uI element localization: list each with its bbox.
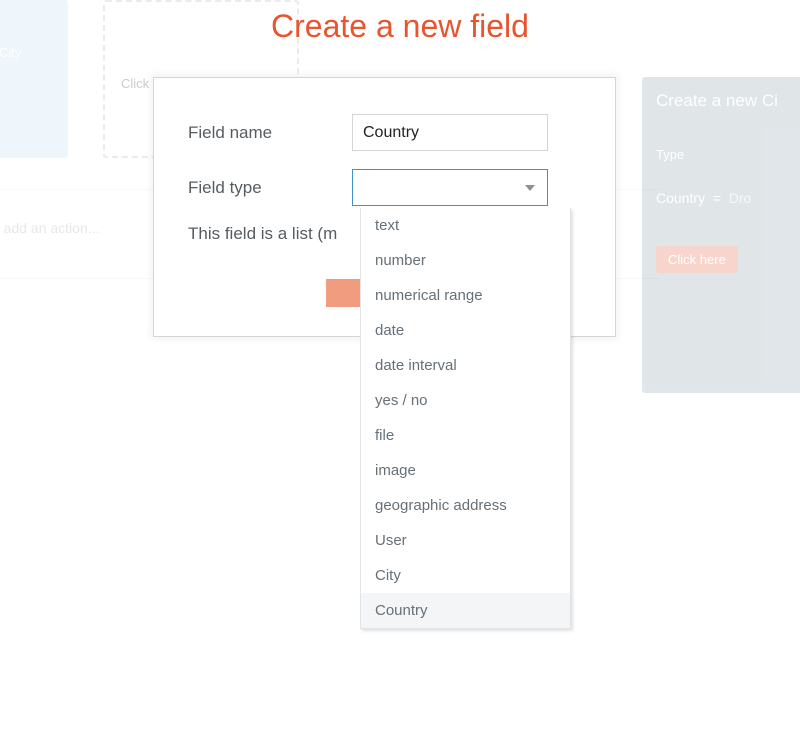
is-list-label: This field is a list (m: [188, 224, 337, 244]
bg-right-click-here: Click here: [656, 246, 738, 273]
dropdown-item[interactable]: numerical range: [361, 278, 570, 313]
dropdown-item[interactable]: geographic address: [361, 488, 570, 523]
bg-right-panel: Create a new Ci Type Country = Dro Click…: [642, 77, 800, 393]
dropdown-item[interactable]: text: [361, 208, 570, 243]
field-type-label: Field type: [188, 178, 352, 198]
bg-city-text: is City: [0, 45, 21, 60]
bg-right-country-val: Dro: [729, 190, 752, 206]
chevron-down-icon: [525, 185, 535, 191]
field-name-label: Field name: [188, 123, 352, 143]
dropdown-item[interactable]: number: [361, 243, 570, 278]
bg-right-title: Create a new Ci: [656, 91, 798, 111]
dropdown-item[interactable]: date: [361, 313, 570, 348]
dropdown-item[interactable]: City: [361, 558, 570, 593]
dropdown-item[interactable]: User: [361, 523, 570, 558]
field-type-dropdown[interactable]: textnumbernumerical rangedatedate interv…: [360, 208, 571, 629]
dropdown-item[interactable]: file: [361, 418, 570, 453]
create-button[interactable]: [326, 279, 360, 307]
bg-right-type-label: Type: [656, 147, 798, 162]
bg-action-strip-text: o add an action...: [0, 220, 99, 236]
field-type-select[interactable]: [352, 169, 548, 206]
bg-right-country-row: Country = Dro: [656, 190, 798, 206]
dropdown-item[interactable]: yes / no: [361, 383, 570, 418]
page-title: Create a new field: [0, 8, 800, 45]
dropdown-item[interactable]: date interval: [361, 348, 570, 383]
bg-right-country-eq: =: [713, 190, 721, 206]
dropdown-item[interactable]: Country: [361, 593, 570, 628]
field-name-input[interactable]: [352, 114, 548, 151]
bg-right-country-label: Country: [656, 190, 705, 206]
row-field-type: Field type: [188, 169, 587, 206]
dropdown-item[interactable]: image: [361, 453, 570, 488]
row-field-name: Field name: [188, 114, 587, 151]
